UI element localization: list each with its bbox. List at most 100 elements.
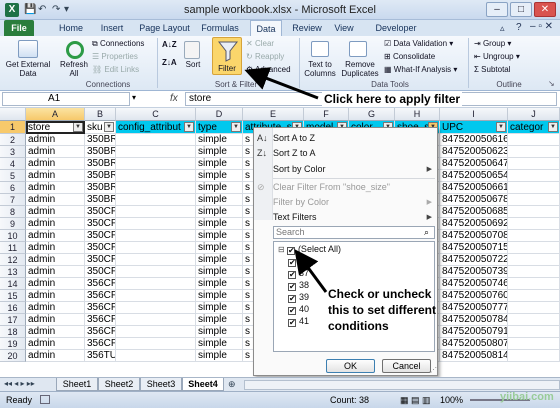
- row-header[interactable]: 16: [0, 302, 26, 314]
- table-cell[interactable]: admin: [26, 302, 85, 314]
- filter-dropdown-icon[interactable]: ▼: [104, 122, 114, 132]
- column-header[interactable]: A: [26, 108, 85, 121]
- row-header[interactable]: 2: [0, 134, 26, 146]
- table-cell[interactable]: simple: [196, 170, 243, 182]
- checkbox-checked-icon[interactable]: ✔: [288, 307, 296, 315]
- table-cell[interactable]: simple: [196, 266, 243, 278]
- table-cell[interactable]: 356CFE38LTR13FAL: [85, 302, 116, 314]
- table-cell[interactable]: 847520050708: [440, 230, 508, 242]
- table-cell[interactable]: [508, 350, 560, 362]
- table-cell[interactable]: 350BRK40LTR13FAL: [85, 182, 116, 194]
- table-cell[interactable]: [116, 158, 196, 170]
- table-cell[interactable]: 847520050807: [440, 338, 508, 350]
- sort-az-icon[interactable]: A↓Z: [162, 40, 177, 49]
- table-cell[interactable]: admin: [26, 182, 85, 194]
- header-cell[interactable]: sku ▼: [85, 121, 116, 134]
- table-cell[interactable]: [116, 230, 196, 242]
- row-header[interactable]: 20: [0, 350, 26, 362]
- table-cell[interactable]: admin: [26, 218, 85, 230]
- table-cell[interactable]: 356CFE36LTR13FAL: [85, 278, 116, 290]
- menu-text-filters[interactable]: Text Filters: [273, 212, 317, 222]
- table-cell[interactable]: 356CFE37LTR13FAL: [85, 290, 116, 302]
- checkbox-checked-icon[interactable]: ✔: [288, 295, 296, 303]
- table-cell[interactable]: [116, 254, 196, 266]
- table-cell[interactable]: [116, 182, 196, 194]
- table-cell[interactable]: [508, 218, 560, 230]
- table-cell[interactable]: admin: [26, 170, 85, 182]
- table-cell[interactable]: 847520050692: [440, 218, 508, 230]
- workbook-controls-icon[interactable]: – ▫ ✕: [530, 21, 553, 32]
- column-header[interactable]: D: [196, 108, 243, 121]
- table-cell[interactable]: simple: [196, 218, 243, 230]
- table-cell[interactable]: [116, 350, 196, 362]
- table-cell[interactable]: [116, 146, 196, 158]
- row-header[interactable]: 1: [0, 121, 26, 134]
- table-cell[interactable]: admin: [26, 254, 85, 266]
- table-cell[interactable]: 356CFE40LTR13FAL: [85, 326, 116, 338]
- checkbox-checked-icon[interactable]: ✔: [288, 271, 296, 279]
- column-header[interactable]: B: [85, 108, 116, 121]
- table-cell[interactable]: [508, 302, 560, 314]
- table-cell[interactable]: 847520050760: [440, 290, 508, 302]
- table-cell[interactable]: 350BRK41LTR13FAL: [85, 194, 116, 206]
- column-header[interactable]: J: [508, 108, 560, 121]
- checkbox-checked-icon[interactable]: ✔: [288, 283, 296, 291]
- sheet-tab[interactable]: Sheet3: [140, 378, 182, 391]
- table-cell[interactable]: [508, 182, 560, 194]
- reapply-button[interactable]: ↻ Reapply: [246, 52, 284, 61]
- table-cell[interactable]: 847520050715: [440, 242, 508, 254]
- table-cell[interactable]: 350CFE38LTR13FAL: [85, 230, 116, 242]
- table-cell[interactable]: [508, 278, 560, 290]
- table-cell[interactable]: [508, 338, 560, 350]
- row-header[interactable]: 11: [0, 242, 26, 254]
- filter-dropdown-icon[interactable]: ▼: [496, 122, 506, 132]
- table-cell[interactable]: 350CFE39LTR13FAL: [85, 242, 116, 254]
- select-all-checkbox[interactable]: ⊟ ✔ (Select All): [278, 244, 341, 255]
- table-cell[interactable]: 847520050685: [440, 206, 508, 218]
- row-header[interactable]: 18: [0, 326, 26, 338]
- table-cell[interactable]: simple: [196, 230, 243, 242]
- table-cell[interactable]: 847520050777: [440, 302, 508, 314]
- table-cell[interactable]: 356CFE41LTR13FAL: [85, 338, 116, 350]
- table-cell[interactable]: 350CFE41LTR13FAL: [85, 266, 116, 278]
- table-cell[interactable]: [116, 302, 196, 314]
- table-cell[interactable]: admin: [26, 278, 85, 290]
- table-cell[interactable]: simple: [196, 206, 243, 218]
- table-cell[interactable]: 350CFE40LTR13FAL: [85, 254, 116, 266]
- table-cell[interactable]: 847520050791: [440, 326, 508, 338]
- checkbox-checked-icon[interactable]: ✔: [288, 259, 296, 267]
- help-icon[interactable]: ?: [516, 22, 522, 33]
- column-header[interactable]: I: [440, 108, 508, 121]
- filter-dropdown-icon[interactable]: ▼: [184, 122, 194, 132]
- tab-review[interactable]: Review: [290, 20, 324, 36]
- tab-data[interactable]: Data: [250, 20, 282, 36]
- table-cell[interactable]: simple: [196, 182, 243, 194]
- table-cell[interactable]: simple: [196, 194, 243, 206]
- macro-record-icon[interactable]: [40, 395, 50, 404]
- table-cell[interactable]: 847520050814: [440, 350, 508, 362]
- minimize-button[interactable]: –: [486, 2, 508, 17]
- table-cell[interactable]: 350BRK38LTR13FAL: [85, 158, 116, 170]
- table-cell[interactable]: [508, 170, 560, 182]
- menu-filter-by-color[interactable]: Filter by Color: [273, 197, 329, 207]
- table-cell[interactable]: simple: [196, 314, 243, 326]
- value-checkbox[interactable]: ✔ 38: [288, 280, 309, 291]
- table-cell[interactable]: [116, 170, 196, 182]
- table-cell[interactable]: 847520050784: [440, 314, 508, 326]
- table-cell[interactable]: [508, 146, 560, 158]
- table-cell[interactable]: admin: [26, 146, 85, 158]
- subtotal-button[interactable]: Σ Subtotal: [474, 65, 511, 74]
- menu-sort-by-color[interactable]: Sort by Color: [273, 164, 326, 174]
- filter-dropdown-icon[interactable]: ▼: [548, 122, 558, 132]
- table-cell[interactable]: 350CFE37LTR13FAL: [85, 218, 116, 230]
- ungroup-button[interactable]: ⇤ Ungroup ▾: [474, 52, 520, 61]
- text-to-columns-button[interactable]: Text to Columns: [302, 60, 338, 78]
- table-cell[interactable]: admin: [26, 194, 85, 206]
- table-cell[interactable]: 350BRK39LTR13FAL: [85, 170, 116, 182]
- table-cell[interactable]: admin: [26, 338, 85, 350]
- get-external-data-button[interactable]: Get External Data: [2, 60, 54, 78]
- sheet-tab-active[interactable]: Sheet4: [182, 378, 224, 391]
- table-cell[interactable]: [508, 314, 560, 326]
- edit-links-button[interactable]: ⛓ Edit Links: [92, 65, 139, 74]
- row-header[interactable]: 9: [0, 218, 26, 230]
